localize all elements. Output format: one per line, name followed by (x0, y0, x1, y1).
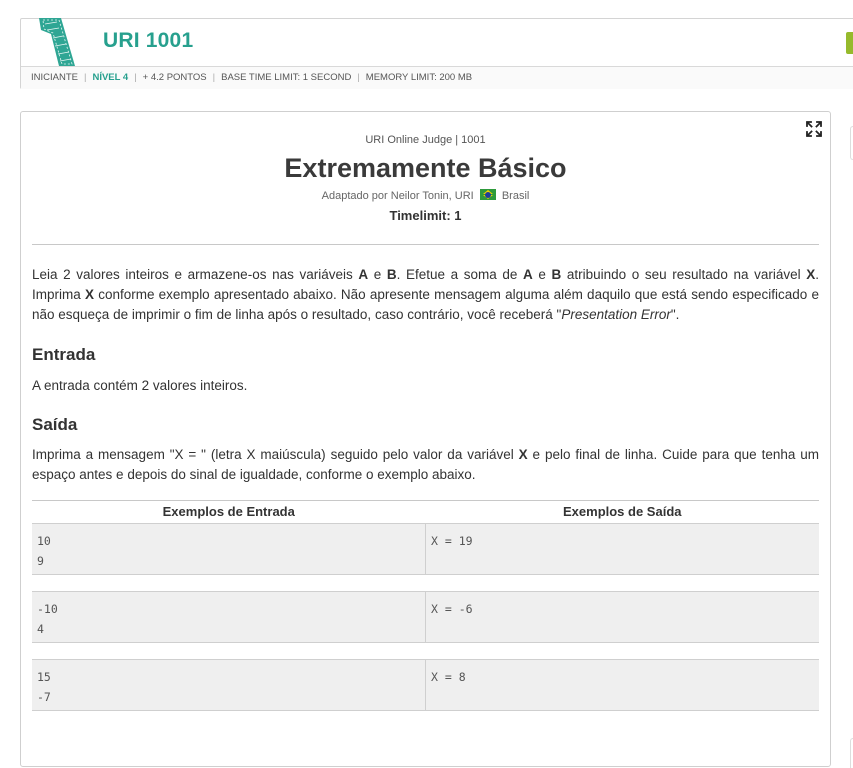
problem-title: Extremamente Básico (284, 153, 567, 183)
output-section-title: Saída (32, 415, 78, 434)
example-input[interactable]: -10 4 (32, 592, 426, 642)
example-output[interactable]: X = -6 (426, 592, 819, 642)
example-output[interactable]: X = 19 (426, 524, 819, 574)
example-output[interactable]: X = 8 (426, 660, 819, 710)
author-line: Adaptado por Neilor Tonin, URI Brasil (21, 189, 830, 202)
example-row: 15 -7 X = 8 (32, 659, 819, 711)
example-row: -10 4 X = -6 (32, 591, 819, 643)
examples-header: Exemplos de Entrada Exemplos de Saída (32, 500, 819, 523)
divider (32, 244, 819, 245)
country-name: Brasil (501, 190, 530, 202)
examples-input-header: Exemplos de Entrada (162, 504, 295, 519)
problem-statement-card: URI Online Judge | 1001 Extremamente Bás… (20, 111, 831, 767)
timelimit-label: Timelimit: 1 (389, 208, 462, 223)
input-section-title: Entrada (32, 345, 96, 364)
examples-output-header: Exemplos de Saída (563, 504, 682, 519)
problem-header: URI 1001 INICIANTE | NÍVEL 4 | + 4.2 PONTOS |… (20, 18, 853, 89)
author-text: Adaptado por Neilor Tonin, URI (321, 190, 474, 202)
category-label[interactable]: INICIANTE (31, 72, 78, 83)
output-section-text: Imprima a mensagem "X = " (letra X maiús… (32, 447, 820, 482)
problem-description: Leia 2 valores inteiros e armazene-os na… (32, 267, 819, 322)
points-label: + 4.2 PONTOS (142, 72, 207, 83)
example-input[interactable]: 10 9 (32, 524, 426, 574)
base-time-limit-label: BASE TIME LIMIT: 1 SECOND (221, 72, 352, 83)
side-tab[interactable] (846, 32, 853, 54)
example-input[interactable]: 15 -7 (32, 660, 426, 710)
problem-meta-bar: INICIANTE | NÍVEL 4 | + 4.2 PONTOS | BASE TIME… (21, 66, 853, 89)
level-label: NÍVEL 4 (92, 72, 129, 83)
problem-code: URI 1001 (103, 29, 194, 52)
brazil-flag-icon (479, 189, 496, 200)
input-section-text: A entrada contém 2 valores inteiros. (32, 378, 248, 393)
problem-number-logo (39, 18, 75, 66)
memory-limit-label: MEMORY LIMIT: 200 MB (365, 72, 473, 83)
judge-label: URI Online Judge | 1001 (365, 134, 486, 146)
examples-table: Exemplos de Entrada Exemplos de Saída 10… (32, 500, 819, 711)
example-row: 10 9 X = 19 (32, 523, 819, 575)
